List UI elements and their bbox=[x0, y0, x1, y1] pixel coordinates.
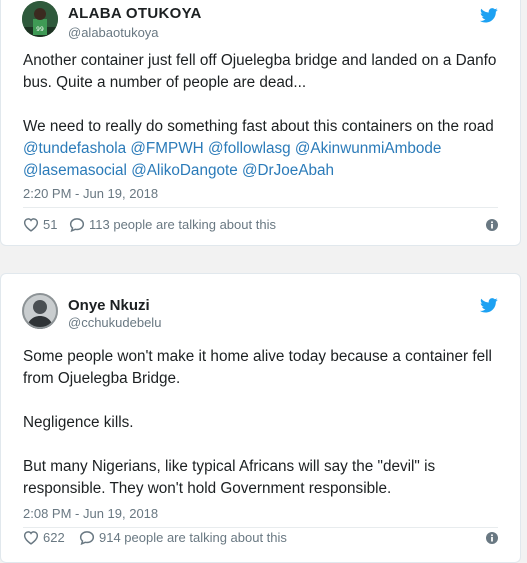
tweet-actions: 51 113 people are talking about this bbox=[23, 217, 498, 237]
tweet-paragraph: Another container just fell off Ojuelegb… bbox=[23, 52, 497, 91]
heart-icon bbox=[23, 218, 39, 232]
mention-link[interactable]: @AkinwunmiAmbode bbox=[295, 140, 441, 157]
speech-bubble-icon bbox=[79, 531, 95, 545]
info-icon[interactable] bbox=[486, 532, 498, 544]
mention-link[interactable]: @tundefashola bbox=[23, 140, 126, 157]
mention-link[interactable]: @FMPWH bbox=[130, 140, 203, 157]
divider bbox=[23, 527, 498, 528]
tweet-card: Onye Nkuzi @cchukudebelu Some people won… bbox=[0, 273, 521, 563]
talking-link[interactable]: 113 people are talking about this bbox=[69, 217, 276, 232]
tweet-paragraph-text: We need to really do something fast abou… bbox=[23, 118, 494, 135]
avatar-image: 99 bbox=[22, 1, 58, 37]
twitter-bird-icon[interactable] bbox=[480, 8, 498, 23]
speech-bubble-icon bbox=[69, 218, 85, 232]
like-count: 622 bbox=[43, 530, 65, 545]
divider bbox=[23, 207, 498, 208]
twitter-bird-icon[interactable] bbox=[480, 298, 498, 313]
mention-link[interactable]: @followlasg bbox=[208, 140, 291, 157]
like-count: 51 bbox=[43, 217, 58, 232]
mention-link[interactable]: @DrJoeAbah bbox=[242, 162, 334, 179]
svg-text:99: 99 bbox=[36, 26, 44, 33]
mention-link[interactable]: @lasemasocial bbox=[23, 162, 127, 179]
tweet-text: Some people won't make it home alive tod… bbox=[23, 346, 503, 500]
avatar-image bbox=[22, 293, 58, 329]
tweet-paragraph: We need to really do something fast abou… bbox=[23, 116, 503, 182]
tweet-paragraph: But many Nigerians, like typical African… bbox=[23, 458, 436, 497]
like-button[interactable]: 622 bbox=[23, 530, 65, 545]
tweet-actions: 622 914 people are talking about this bbox=[23, 530, 498, 550]
tweet-card: 99 ALABA OTUKOYA @alabaotukoya Another c… bbox=[0, 0, 521, 246]
tweet-paragraph: Some people won't make it home alive tod… bbox=[23, 348, 492, 387]
mention-link[interactable]: @AlikoDangote bbox=[131, 162, 238, 179]
avatar[interactable]: 99 bbox=[22, 1, 58, 37]
tweet-text: Another container just fell off Ojuelegb… bbox=[23, 50, 503, 182]
talking-link[interactable]: 914 people are talking about this bbox=[79, 530, 287, 545]
author-handle[interactable]: @alabaotukoya bbox=[68, 25, 159, 40]
talking-count: 914 people are talking about this bbox=[99, 530, 287, 545]
heart-icon bbox=[23, 531, 39, 545]
talking-count: 113 people are talking about this bbox=[89, 217, 276, 232]
author-name[interactable]: ALABA OTUKOYA bbox=[68, 5, 202, 22]
tweet-timestamp[interactable]: 2:08 PM - Jun 19, 2018 bbox=[23, 506, 158, 521]
author-handle[interactable]: @cchukudebelu bbox=[68, 315, 161, 330]
author-name[interactable]: Onye Nkuzi bbox=[68, 297, 150, 314]
tweet-paragraph: Negligence kills. bbox=[23, 414, 134, 431]
avatar[interactable] bbox=[22, 293, 58, 329]
info-icon[interactable] bbox=[486, 219, 498, 231]
tweet-timestamp[interactable]: 2:20 PM - Jun 19, 2018 bbox=[23, 186, 158, 201]
like-button[interactable]: 51 bbox=[23, 217, 57, 232]
